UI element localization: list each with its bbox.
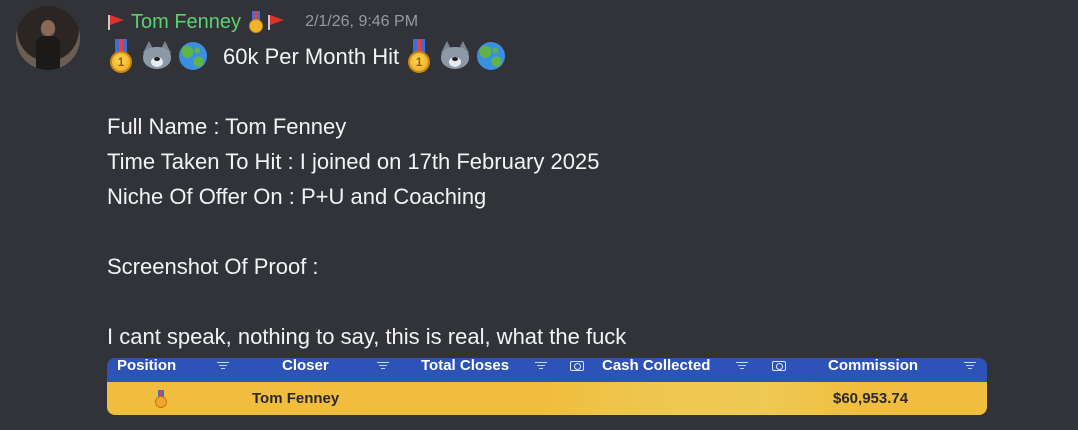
cell-closer: Tom Fenney xyxy=(252,390,340,407)
money-icon xyxy=(772,361,786,371)
filter-icon xyxy=(377,362,389,370)
message-header: Tom Fenney 2/1/26, 9:46 PM xyxy=(107,9,418,35)
message-title: 60k Per Month Hit xyxy=(223,43,400,69)
message-content: 1 60k Per Month Hit 1 Full Name : Tom Fe… xyxy=(107,38,626,354)
red-flag-icon xyxy=(107,14,127,30)
header-total-closes: Total Closes xyxy=(421,358,510,374)
money-icon xyxy=(570,361,584,371)
chat-message: Tom Fenney 2/1/26, 9:46 PM 1 60k Per Mon… xyxy=(0,0,1078,430)
time-taken-line: Time Taken To Hit : I joined on 17th Feb… xyxy=(107,149,600,174)
avatar[interactable] xyxy=(16,6,80,70)
proof-screenshot-table[interactable]: Position Closer Total Closes Cash Collec… xyxy=(107,358,987,415)
globe-icon xyxy=(477,42,506,70)
cell-commission: $60,953.74 xyxy=(833,390,909,407)
header-cash-collected: Cash Collected xyxy=(602,358,711,374)
full-name-line: Full Name : Tom Fenney xyxy=(107,114,347,139)
niche-line: Niche Of Offer On : P+U and Coaching xyxy=(107,184,487,209)
wolf-icon xyxy=(439,41,471,71)
message-title-line: 1 60k Per Month Hit 1 xyxy=(107,38,626,74)
header-closer: Closer xyxy=(282,358,329,374)
message-timestamp[interactable]: 2/1/26, 9:46 PM xyxy=(305,13,418,31)
first-place-medal-icon xyxy=(247,11,265,33)
filter-icon xyxy=(217,362,229,370)
closing-line: I cant speak, nothing to say, this is re… xyxy=(107,324,627,349)
first-place-medal-icon xyxy=(154,390,168,408)
proof-label-line: Screenshot Of Proof : xyxy=(107,254,319,279)
filter-icon xyxy=(964,362,976,370)
first-place-medal-icon: 1 xyxy=(107,39,135,73)
header-commission: Commission xyxy=(828,358,919,374)
table-header: Position Closer Total Closes Cash Collec… xyxy=(107,358,987,382)
red-flag-icon xyxy=(267,14,287,30)
header-position: Position xyxy=(117,358,177,374)
wolf-icon xyxy=(141,41,173,71)
table-row: Tom Fenney $60,953.74 xyxy=(107,382,987,415)
filter-icon xyxy=(535,362,547,370)
first-place-medal-icon: 1 xyxy=(405,39,433,73)
globe-icon xyxy=(179,42,207,70)
filter-icon xyxy=(736,362,748,370)
username[interactable]: Tom Fenney xyxy=(131,11,241,34)
